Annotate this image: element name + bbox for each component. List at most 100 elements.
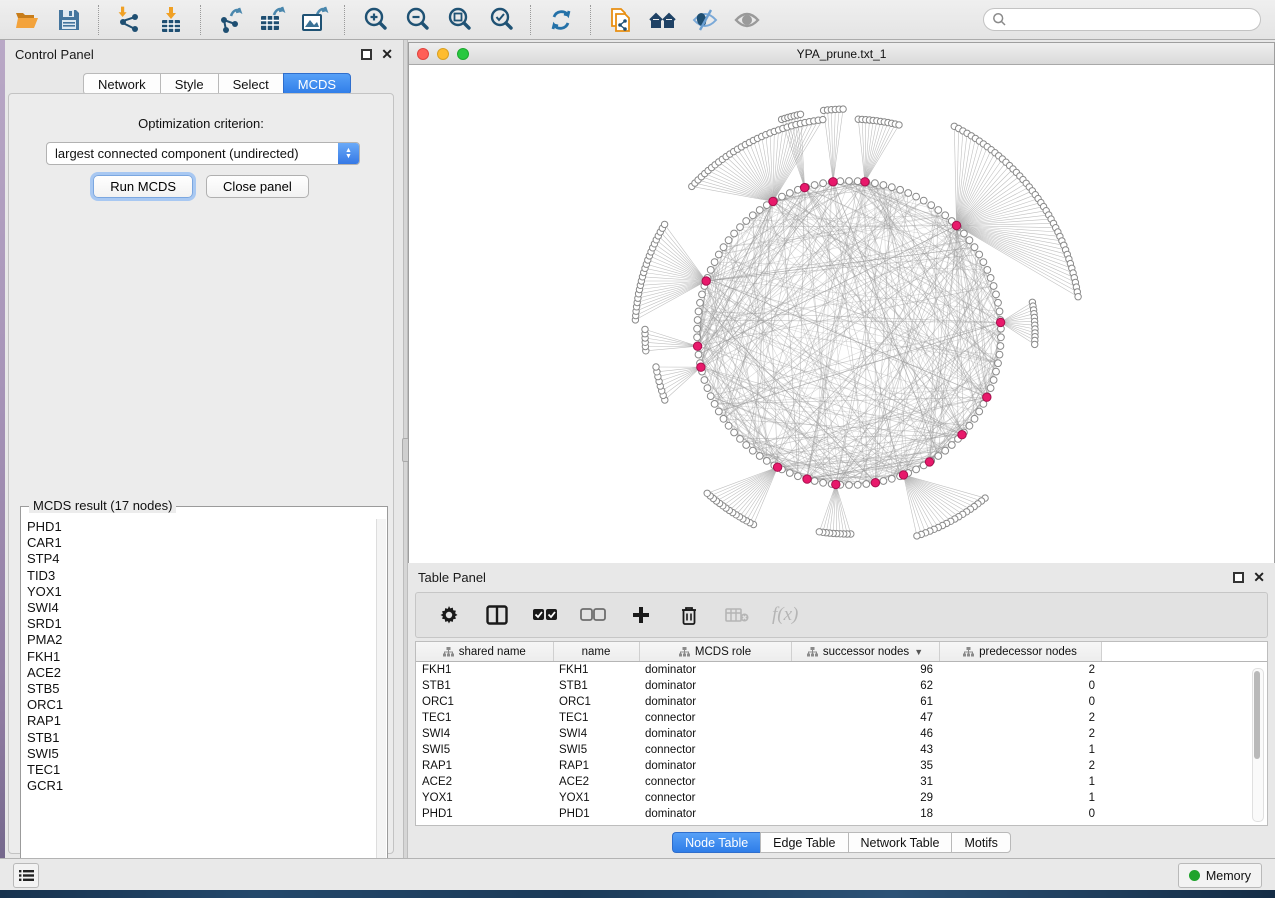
network-node[interactable]	[820, 479, 827, 486]
import-table-icon[interactable]	[154, 5, 188, 35]
network-node[interactable]	[928, 202, 935, 209]
network-node[interactable]	[697, 299, 704, 306]
zoom-fit-icon[interactable]	[442, 5, 476, 35]
network-node[interactable]	[743, 218, 750, 225]
tab-style[interactable]: Style	[160, 73, 218, 95]
network-node[interactable]	[905, 190, 912, 197]
network-node[interactable]	[998, 334, 1005, 341]
network-node[interactable]	[920, 197, 927, 204]
table-row[interactable]: STB1STB1dominator620	[416, 678, 1267, 694]
tab-edge-table[interactable]: Edge Table	[760, 832, 847, 853]
minimize-window-icon[interactable]	[437, 48, 449, 60]
network-node[interactable]	[694, 325, 701, 332]
table-scrollbar[interactable]	[1252, 668, 1264, 822]
network-node[interactable]	[725, 237, 732, 244]
zoom-selected-icon[interactable]	[484, 5, 518, 35]
network-node[interactable]	[749, 212, 756, 219]
network-node[interactable]	[720, 244, 727, 251]
float-table-panel-icon[interactable]	[1233, 572, 1244, 583]
table-row[interactable]: TEC1TEC1connector472	[416, 710, 1267, 726]
network-node[interactable]	[935, 453, 942, 460]
nested-network-icon[interactable]	[646, 5, 680, 35]
column-header-MCDS-role[interactable]: MCDS role	[639, 642, 791, 662]
show-column-icon[interactable]	[484, 602, 510, 628]
network-node[interactable]	[756, 453, 763, 460]
network-node[interactable]	[661, 221, 667, 227]
network-node[interactable]	[897, 186, 904, 193]
mcds-hub-node[interactable]	[958, 431, 966, 439]
network-node[interactable]	[995, 299, 1002, 306]
open-file-icon[interactable]	[10, 5, 44, 35]
network-node[interactable]	[913, 466, 920, 473]
mcds-node-item[interactable]: PMA2	[27, 632, 377, 648]
network-node[interactable]	[1075, 294, 1081, 300]
tab-mcds[interactable]: MCDS	[283, 73, 351, 95]
mcds-hub-node[interactable]	[899, 471, 907, 479]
close-table-panel-icon[interactable]: ✕	[1253, 572, 1265, 583]
network-node[interactable]	[779, 193, 786, 200]
mcds-node-item[interactable]: CAR1	[27, 535, 377, 551]
mcds-hub-node[interactable]	[861, 178, 869, 186]
network-node[interactable]	[854, 481, 861, 488]
network-node[interactable]	[993, 368, 1000, 375]
apply-layout-icon[interactable]	[544, 5, 578, 35]
network-node[interactable]	[707, 267, 714, 274]
mcds-node-item[interactable]: FKH1	[27, 649, 377, 665]
add-column-icon[interactable]	[628, 602, 654, 628]
network-node[interactable]	[980, 259, 987, 266]
table-row[interactable]: FKH1FKH1dominator962	[416, 662, 1267, 679]
network-window-titlebar[interactable]: YPA_prune.txt_1	[409, 43, 1274, 65]
criterion-dropdown[interactable]: largest connected component (undirected)…	[46, 142, 360, 165]
network-node[interactable]	[699, 291, 706, 298]
float-panel-icon[interactable]	[361, 49, 372, 60]
hide-details-icon[interactable]	[688, 5, 722, 35]
mcds-node-item[interactable]: PHD1	[27, 519, 377, 535]
mcds-hub-node[interactable]	[769, 197, 777, 205]
network-node[interactable]	[731, 230, 738, 237]
mcds-hub-node[interactable]	[773, 463, 781, 471]
delete-column-icon[interactable]	[676, 602, 702, 628]
mcds-hub-node[interactable]	[952, 221, 960, 229]
mcds-hub-node[interactable]	[829, 178, 837, 186]
network-node[interactable]	[737, 436, 744, 443]
network-node[interactable]	[961, 230, 968, 237]
mcds-hub-node[interactable]	[832, 480, 840, 488]
mcds-node-item[interactable]: ORC1	[27, 697, 377, 713]
network-node[interactable]	[820, 116, 826, 122]
network-node[interactable]	[811, 182, 818, 189]
network-node[interactable]	[820, 180, 827, 187]
column-header-shared-name[interactable]: shared name	[416, 642, 553, 662]
network-node[interactable]	[987, 385, 994, 392]
mcds-node-item[interactable]: TEC1	[27, 762, 377, 778]
network-node[interactable]	[990, 283, 997, 290]
table-row[interactable]: PHD1PHD1dominator180	[416, 806, 1267, 822]
network-node[interactable]	[913, 193, 920, 200]
mcds-node-item[interactable]: TID3	[27, 568, 377, 584]
network-node[interactable]	[948, 442, 955, 449]
network-node[interactable]	[914, 533, 920, 539]
mcds-node-item[interactable]: STP4	[27, 551, 377, 567]
network-node[interactable]	[966, 422, 973, 429]
save-session-icon[interactable]	[52, 5, 86, 35]
table-row[interactable]: YOX1YOX1connector291	[416, 790, 1267, 806]
tab-network[interactable]: Network	[83, 73, 160, 95]
network-node[interactable]	[966, 237, 973, 244]
network-node[interactable]	[846, 178, 853, 185]
clone-network-icon[interactable]	[604, 5, 638, 35]
network-node[interactable]	[993, 291, 1000, 298]
mcds-hub-node[interactable]	[800, 183, 808, 191]
export-image-icon[interactable]	[298, 5, 332, 35]
table-scrollbar-thumb[interactable]	[1254, 671, 1260, 759]
network-node[interactable]	[880, 182, 887, 189]
tab-select[interactable]: Select	[218, 73, 283, 95]
network-node[interactable]	[795, 473, 802, 480]
network-node[interactable]	[715, 408, 722, 415]
network-node[interactable]	[653, 364, 659, 370]
network-node[interactable]	[971, 244, 978, 251]
mcds-node-item[interactable]: GCR1	[27, 778, 377, 794]
mcds-hub-node[interactable]	[702, 277, 710, 285]
network-node[interactable]	[695, 308, 702, 315]
export-table-icon[interactable]	[256, 5, 290, 35]
network-node[interactable]	[976, 408, 983, 415]
network-node[interactable]	[996, 308, 1003, 315]
